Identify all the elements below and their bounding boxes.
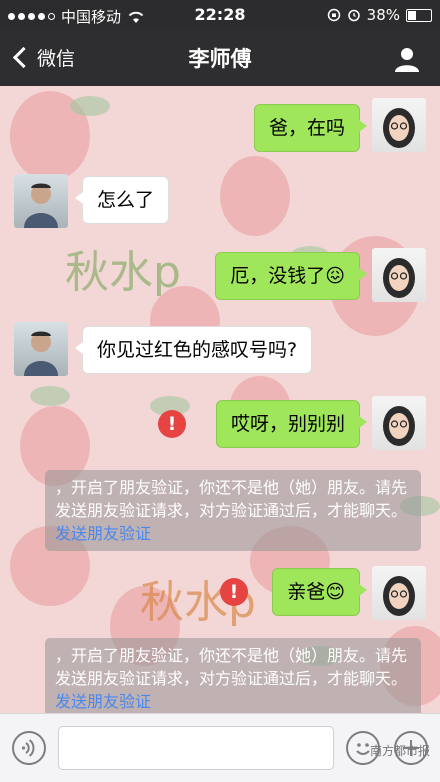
message-bubble-received[interactable]: 怎么了	[74, 176, 170, 224]
chat-header: 微信 李师傅	[0, 30, 440, 86]
contact-avatar[interactable]	[14, 174, 68, 228]
send-verification-link[interactable]: 发送朋友验证	[55, 692, 151, 711]
wallpaper-leaf	[30, 386, 70, 406]
wallpaper-text: 秋水p	[65, 247, 181, 298]
my-avatar[interactable]	[372, 98, 426, 152]
chat-title: 李师傅	[188, 47, 252, 71]
publisher-watermark: 南方都市报	[369, 744, 430, 758]
status-bar: 中国移动 22:28 38%	[0, 0, 440, 30]
message-bubble-sent[interactable]: 爸，在吗	[253, 104, 368, 152]
message-bubble-sent[interactable]: 哎呀，别别别	[215, 400, 368, 448]
system-message: ，开启了朋友验证，你还不是他（她）朋友。请先发送朋友验证请求，对方验证通过后，才…	[45, 470, 421, 551]
system-message-text: ，开启了朋友验证，你还不是他（她）朋友。请先发送朋友验证请求，对方验证通过后，才…	[55, 478, 408, 520]
wallpaper-strawberry	[220, 156, 290, 236]
person-icon[interactable]	[392, 44, 422, 74]
send-failed-icon[interactable]: !	[158, 410, 186, 438]
message-bubble-received[interactable]: 你见过红色的感叹号吗?	[74, 326, 313, 374]
my-avatar[interactable]	[372, 566, 426, 620]
status-right: 38%	[327, 6, 432, 24]
message-bubble-sent[interactable]: 亲爸😊	[272, 568, 367, 616]
rotation-lock-icon	[327, 8, 340, 22]
wallpaper-leaf	[70, 96, 110, 116]
send-failed-icon[interactable]: !	[220, 578, 248, 606]
message-input[interactable]	[58, 726, 334, 770]
voice-icon[interactable]	[12, 731, 46, 765]
system-message: ，开启了朋友验证，你还不是他（她）朋友。请先发送朋友验证请求，对方验证通过后，才…	[45, 638, 421, 713]
my-avatar[interactable]	[372, 396, 426, 450]
battery-percent: 38%	[366, 6, 400, 24]
contact-avatar[interactable]	[14, 322, 68, 376]
send-verification-link[interactable]: 发送朋友验证	[55, 524, 151, 543]
my-avatar[interactable]	[372, 248, 426, 302]
alarm-icon	[347, 9, 360, 22]
chat-area[interactable]: 秋水p 秋水p 爸，在吗 怎么了 厄，没钱了😖 你见过红色的感叹号吗? ! 哎呀…	[0, 86, 440, 713]
battery-icon	[406, 8, 432, 22]
message-bubble-sent[interactable]: 厄，没钱了😖	[215, 252, 367, 300]
system-message-text: ，开启了朋友验证，你还不是他（她）朋友。请先发送朋友验证请求，对方验证通过后，才…	[55, 646, 408, 688]
